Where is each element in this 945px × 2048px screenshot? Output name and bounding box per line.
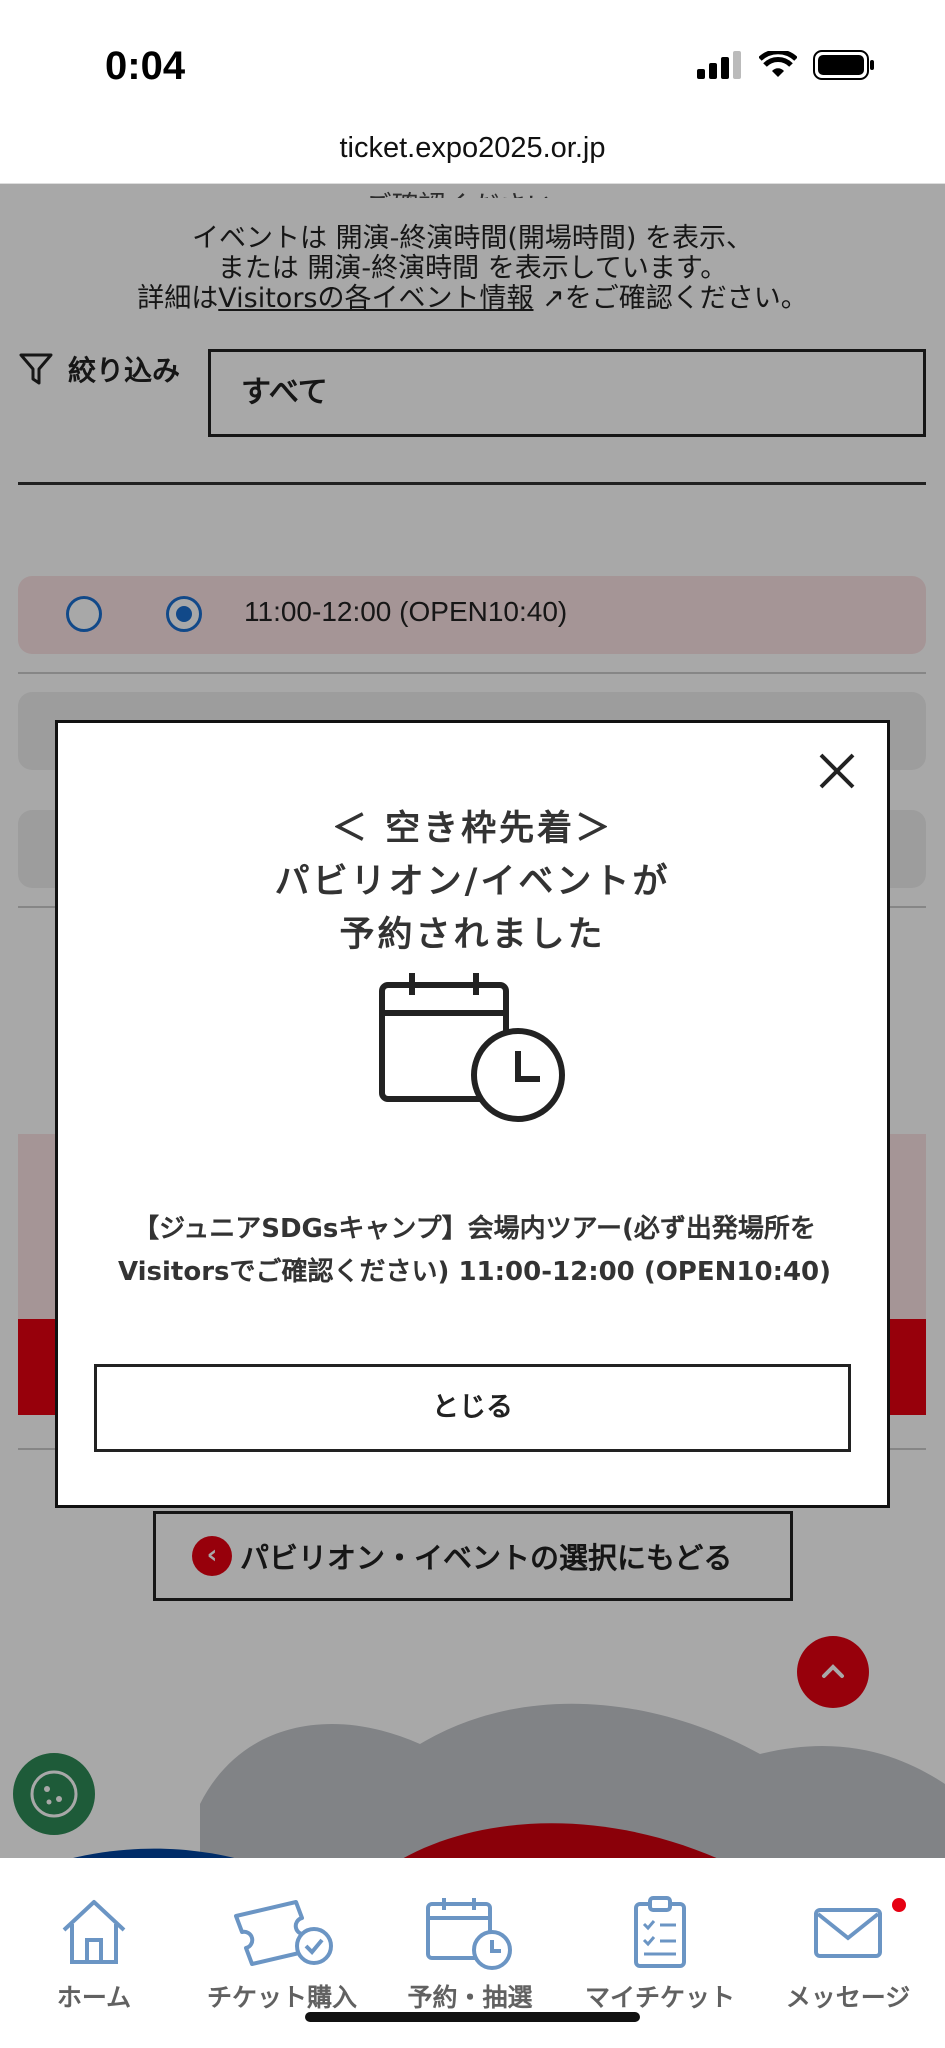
clipboard-icon bbox=[634, 1896, 686, 1968]
dialog-title-line1: ＜ 空き枠先着＞ bbox=[331, 809, 614, 849]
wifi-icon bbox=[759, 51, 797, 77]
calendar-clock-icon bbox=[426, 1898, 512, 1970]
calendar-clock-icon bbox=[379, 973, 565, 1122]
dialog-message: 【ジュニアSDGsキャンプ】会場内ツアー(必ず出発場所を Visitorsでご確… bbox=[88, 1208, 861, 1294]
reservation-complete-dialog: ＜ 空き枠先着＞ パビリオン/イベントが 予約されました 【ジュニアSDGsキャ… bbox=[55, 720, 890, 1508]
close-icon[interactable] bbox=[815, 749, 859, 793]
nav-label-reservation: 予約・抽選 bbox=[407, 1983, 533, 2012]
nav-item-ticket-purchase[interactable]: チケット購入 bbox=[192, 1858, 372, 2014]
nav-label-ticket-purchase: チケット購入 bbox=[206, 1983, 357, 2012]
nav-label-message: メッセージ bbox=[785, 1983, 911, 2012]
nav-item-my-ticket[interactable]: マイチケット bbox=[570, 1858, 750, 2014]
home-indicator bbox=[305, 2012, 640, 2022]
dialog-title-line3: 予約されました bbox=[339, 915, 606, 955]
nav-item-message[interactable]: メッセージ bbox=[758, 1858, 938, 2014]
dialog-title-line2: パビリオン/イベントが bbox=[274, 862, 671, 902]
nav-item-home[interactable]: ホーム bbox=[4, 1858, 184, 2014]
nav-label-home: ホーム bbox=[56, 1983, 132, 2012]
battery-icon bbox=[813, 50, 874, 80]
dialog-title: ＜ 空き枠先着＞ パビリオン/イベントが 予約されました bbox=[58, 803, 887, 962]
dialog-message-line1: 【ジュニアSDGsキャンプ】会場内ツアー(必ず出発場所を bbox=[133, 1214, 816, 1244]
mail-icon bbox=[814, 1908, 882, 1958]
signal-icon bbox=[697, 51, 741, 79]
notification-badge bbox=[892, 1898, 906, 1912]
dialog-message-line2: Visitorsでご確認ください) 11:00-12:00 (OPEN10:40… bbox=[117, 1257, 832, 1287]
url-bar[interactable]: ticket.expo2025.or.jp bbox=[0, 118, 945, 184]
nav-label-my-ticket: マイチケット bbox=[584, 1983, 735, 2012]
status-icons bbox=[697, 50, 875, 80]
nav-item-reservation[interactable]: 予約・抽選 bbox=[380, 1858, 560, 2014]
dialog-close-button[interactable]: とじる bbox=[94, 1364, 851, 1452]
home-icon bbox=[62, 1900, 126, 1964]
status-bar: 0:04 bbox=[0, 0, 945, 120]
ticket-purchase-icon bbox=[234, 1900, 333, 1966]
status-time: 0:04 bbox=[105, 44, 186, 88]
